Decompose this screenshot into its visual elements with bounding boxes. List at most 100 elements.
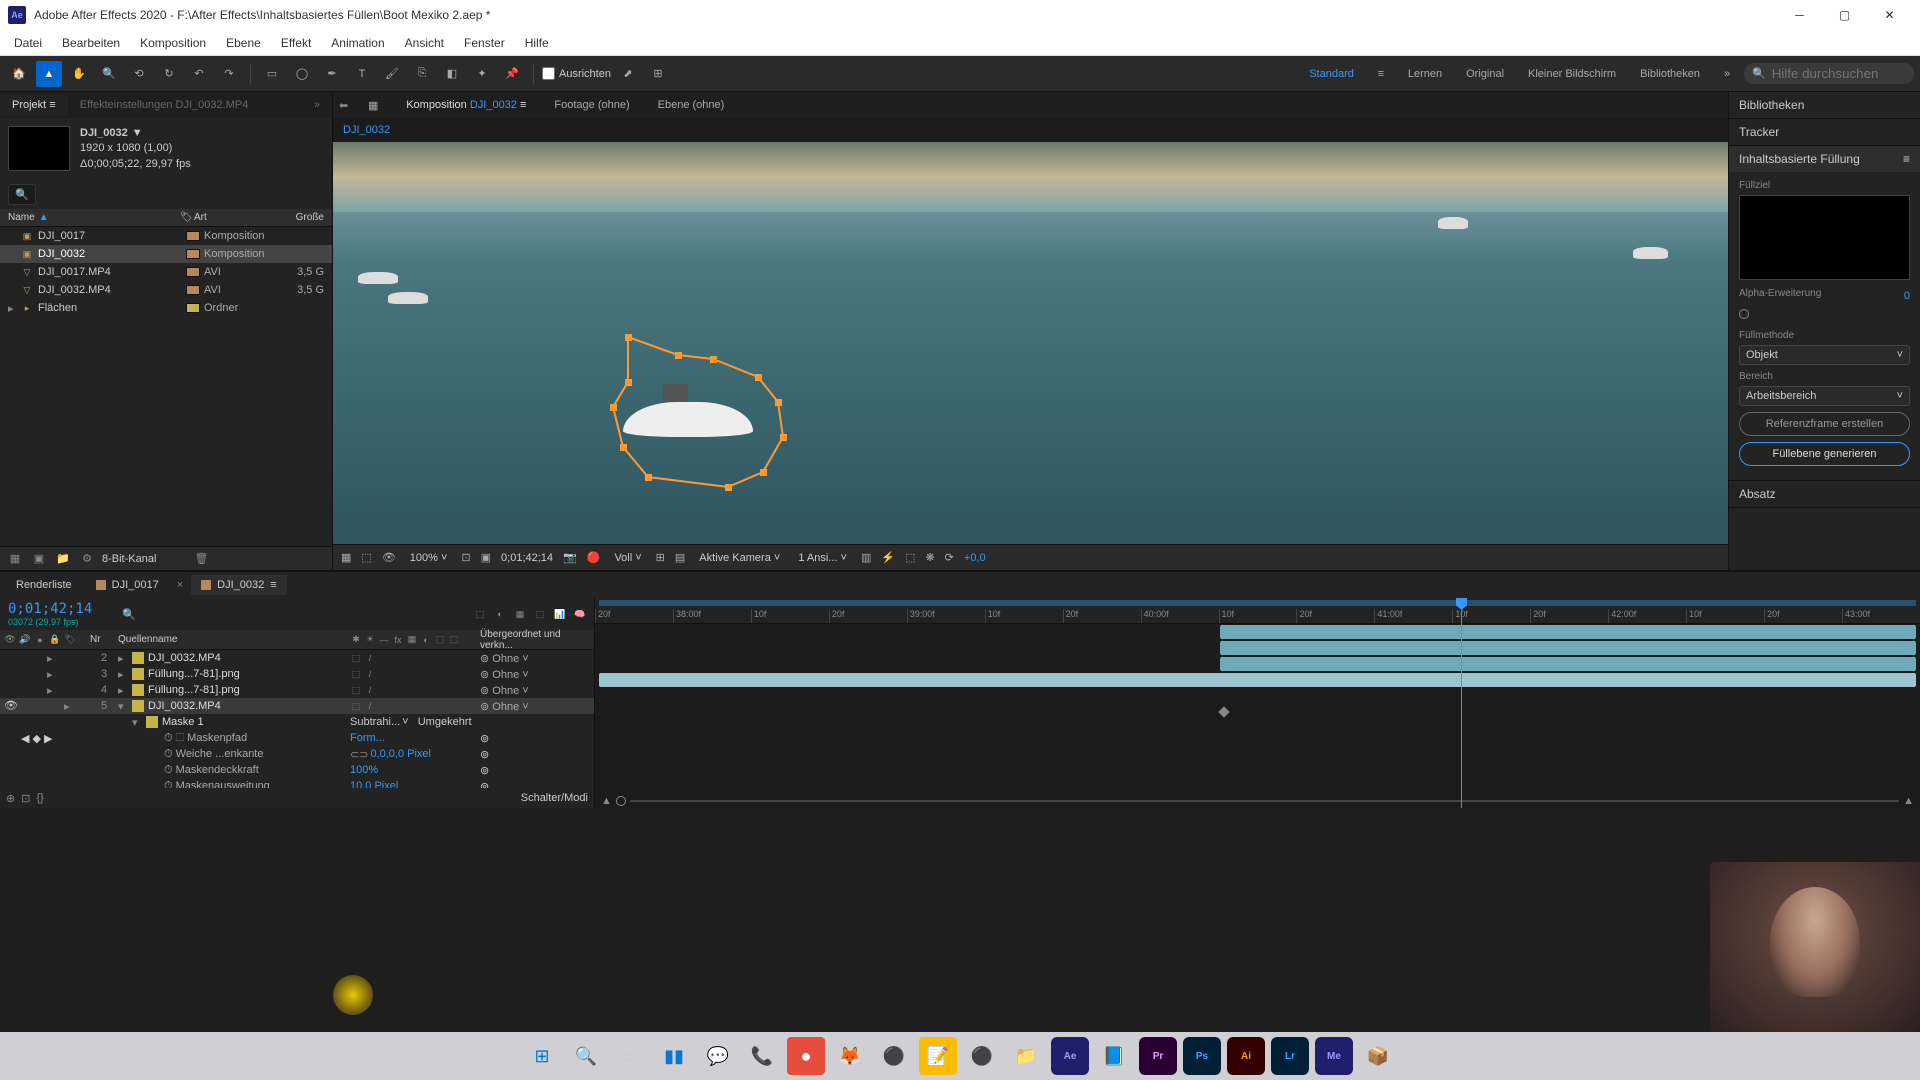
alpha-value[interactable]: 0 (1904, 290, 1910, 302)
brush-tool[interactable]: 🖌 (379, 61, 405, 87)
clone-tool[interactable]: ⎘ (409, 61, 435, 87)
mask-icon[interactable]: 👁 (382, 551, 396, 564)
section-tracker[interactable]: Tracker (1729, 119, 1920, 145)
col-grosse[interactable]: Große (274, 212, 324, 223)
motion-blur-icon[interactable]: ⬚ (534, 608, 546, 620)
mask-property-row[interactable]: ◀◆▶⏱ ⬚ MaskenpfadForm...⊚ (0, 730, 594, 746)
settings-icon[interactable]: ⚙ (78, 550, 96, 568)
list-item[interactable]: ▣DJI_0017Komposition (0, 227, 332, 245)
interpret-icon[interactable]: ▦ (6, 550, 24, 568)
list-item[interactable]: ▸▸FlächenOrdner (0, 299, 332, 317)
orbit-tool[interactable]: ⟲ (126, 61, 152, 87)
tab-project[interactable]: Projekt ≡ (0, 95, 68, 115)
help-search[interactable]: 🔍 (1744, 63, 1914, 84)
crumb-item[interactable]: DJI_0032 (343, 124, 390, 136)
app-icon[interactable]: 📦 (1359, 1037, 1397, 1075)
blur-icon[interactable]: ◐ (494, 608, 506, 620)
whatsapp-icon[interactable]: 📞 (743, 1037, 781, 1075)
notes-icon[interactable]: 📝 (919, 1037, 957, 1075)
col-art[interactable]: Art (194, 212, 274, 223)
minimize-button[interactable]: ─ (1777, 0, 1822, 30)
switch-icon[interactable]: ▦ (406, 634, 418, 646)
app-icon[interactable]: ⚫ (875, 1037, 913, 1075)
workspace-kleiner[interactable]: Kleiner Bildschirm (1518, 65, 1626, 83)
timeline-timecode[interactable]: 0;01;42;14 (8, 601, 92, 617)
channel-icon[interactable]: 🔴 (587, 551, 601, 564)
mask-property-row[interactable]: ⏱ Weiche ...enkante⊂⊃ 0,0,0,0 Pixel⊚ (0, 746, 594, 762)
mask-property-row[interactable]: ⏱ Maskenausweitung10,0 Pixel⊚ (0, 778, 594, 788)
zoom-in-icon[interactable]: ▲ (1903, 795, 1914, 807)
section-content-aware[interactable]: Inhaltsbasierte Füllung≡ (1729, 146, 1920, 172)
generate-fill-button[interactable]: Füllebene generieren (1739, 442, 1910, 466)
switch-icon[interactable]: ✱ (350, 634, 362, 646)
workspace-original[interactable]: Original (1456, 65, 1514, 83)
list-item[interactable]: ▽DJI_0017.MP4AVI3,5 G (0, 263, 332, 281)
ellipse-tool[interactable]: ◯ (289, 61, 315, 87)
project-search[interactable]: 🔍 (8, 184, 36, 205)
workspace-overflow-icon[interactable]: » (1714, 61, 1740, 87)
tab-ebene[interactable]: Ebene (ohne) (650, 95, 733, 115)
illustrator-icon[interactable]: Ai (1227, 1037, 1265, 1075)
section-bibliotheken[interactable]: Bibliotheken (1729, 92, 1920, 118)
eraser-tool[interactable]: ◧ (439, 61, 465, 87)
workspace-standard[interactable]: Standard (1299, 65, 1364, 83)
fast-preview-icon[interactable]: ⚡ (881, 551, 895, 564)
tl-zoom-icon[interactable]: ⊕ (6, 792, 15, 805)
timeline-search[interactable]: 🔍 (122, 608, 136, 621)
selection-tool[interactable]: ▲ (36, 61, 62, 87)
zoom-slider-icon[interactable] (616, 796, 626, 806)
tab-renderliste[interactable]: Renderliste (6, 575, 82, 595)
current-time-indicator[interactable] (1461, 598, 1462, 808)
alpha-slider[interactable] (1739, 309, 1749, 319)
puppet-tool[interactable]: 📌 (499, 61, 525, 87)
after-effects-icon[interactable]: Ae (1051, 1037, 1089, 1075)
tab-footage[interactable]: Footage (ohne) (546, 95, 637, 115)
res-auto-icon[interactable]: ⊡ (461, 551, 470, 564)
app-icon[interactable]: 📘 (1095, 1037, 1133, 1075)
switch-icon[interactable]: ☀ (364, 634, 376, 646)
switch-icon[interactable]: ⬚ (448, 634, 460, 646)
graph-icon[interactable]: 📊 (554, 608, 566, 620)
redo-tool[interactable]: ↷ (216, 61, 242, 87)
explorer-icon[interactable]: 📁 (1007, 1037, 1045, 1075)
brain-icon[interactable]: 🧠 (574, 608, 586, 620)
pixel-ar-icon[interactable]: ▥ (861, 551, 871, 564)
label-col-icon[interactable]: 🏷 (64, 634, 76, 646)
media-encoder-icon[interactable]: Me (1315, 1037, 1353, 1075)
sort-icon[interactable]: ▲ (39, 212, 49, 223)
app-icon[interactable]: ● (787, 1037, 825, 1075)
list-item[interactable]: ▣DJI_0032Komposition (0, 245, 332, 263)
menu-fenster[interactable]: Fenster (454, 32, 515, 54)
lock-col-icon[interactable]: 🔒 (49, 634, 61, 646)
menu-bearbeiten[interactable]: Bearbeiten (52, 32, 130, 54)
eye-col-icon[interactable]: 👁 (4, 634, 16, 646)
reference-frame-button[interactable]: Referenzframe erstellen (1739, 412, 1910, 436)
switch-icon[interactable]: — (378, 634, 390, 646)
tab-dji0017[interactable]: DJI_0017 (86, 575, 169, 595)
new-folder-icon[interactable]: 📁 (54, 550, 72, 568)
firefox-icon[interactable]: 🦊 (831, 1037, 869, 1075)
layer-list[interactable]: ▸2▸DJI_0032.MP4⬚/⊚ Ohne ˅▸3▸Füllung...7-… (0, 650, 594, 788)
list-item[interactable]: ▽DJI_0032.MP4AVI3,5 G (0, 281, 332, 299)
trash-icon[interactable]: 🗑 (192, 550, 210, 568)
guides-icon[interactable]: ▤ (675, 551, 685, 564)
widgets-icon[interactable]: ▮▮ (655, 1037, 693, 1075)
zoom-out-icon[interactable]: ▲ (601, 795, 612, 807)
mask-property-row[interactable]: ▾Maske 1Subtrahi...˅ Umgekehrt (0, 714, 594, 730)
zoom-tool[interactable]: 🔍 (96, 61, 122, 87)
close-button[interactable]: ✕ (1867, 0, 1912, 30)
method-dropdown[interactable]: Objekt˅ (1739, 345, 1910, 365)
snap-edge-icon[interactable]: ⬈ (615, 61, 641, 87)
menu-komposition[interactable]: Komposition (130, 32, 216, 54)
schalter-modi[interactable]: Schalter/Modi (521, 792, 588, 804)
project-list[interactable]: ▣DJI_0017Komposition▣DJI_0032Komposition… (0, 227, 332, 546)
ausrichten-checkbox[interactable] (542, 67, 555, 80)
tl-brace-icon[interactable]: {} (36, 792, 43, 804)
chat-icon[interactable]: 💬 (699, 1037, 737, 1075)
exposure-value[interactable]: +0,0 (964, 552, 986, 564)
speaker-col-icon[interactable]: 🔊 (19, 634, 31, 646)
switch-icon[interactable]: fx (392, 634, 404, 646)
frame-blend-icon[interactable]: ▦ (514, 608, 526, 620)
menu-hilfe[interactable]: Hilfe (515, 32, 559, 54)
alpha-icon[interactable]: ▦ (341, 551, 351, 564)
